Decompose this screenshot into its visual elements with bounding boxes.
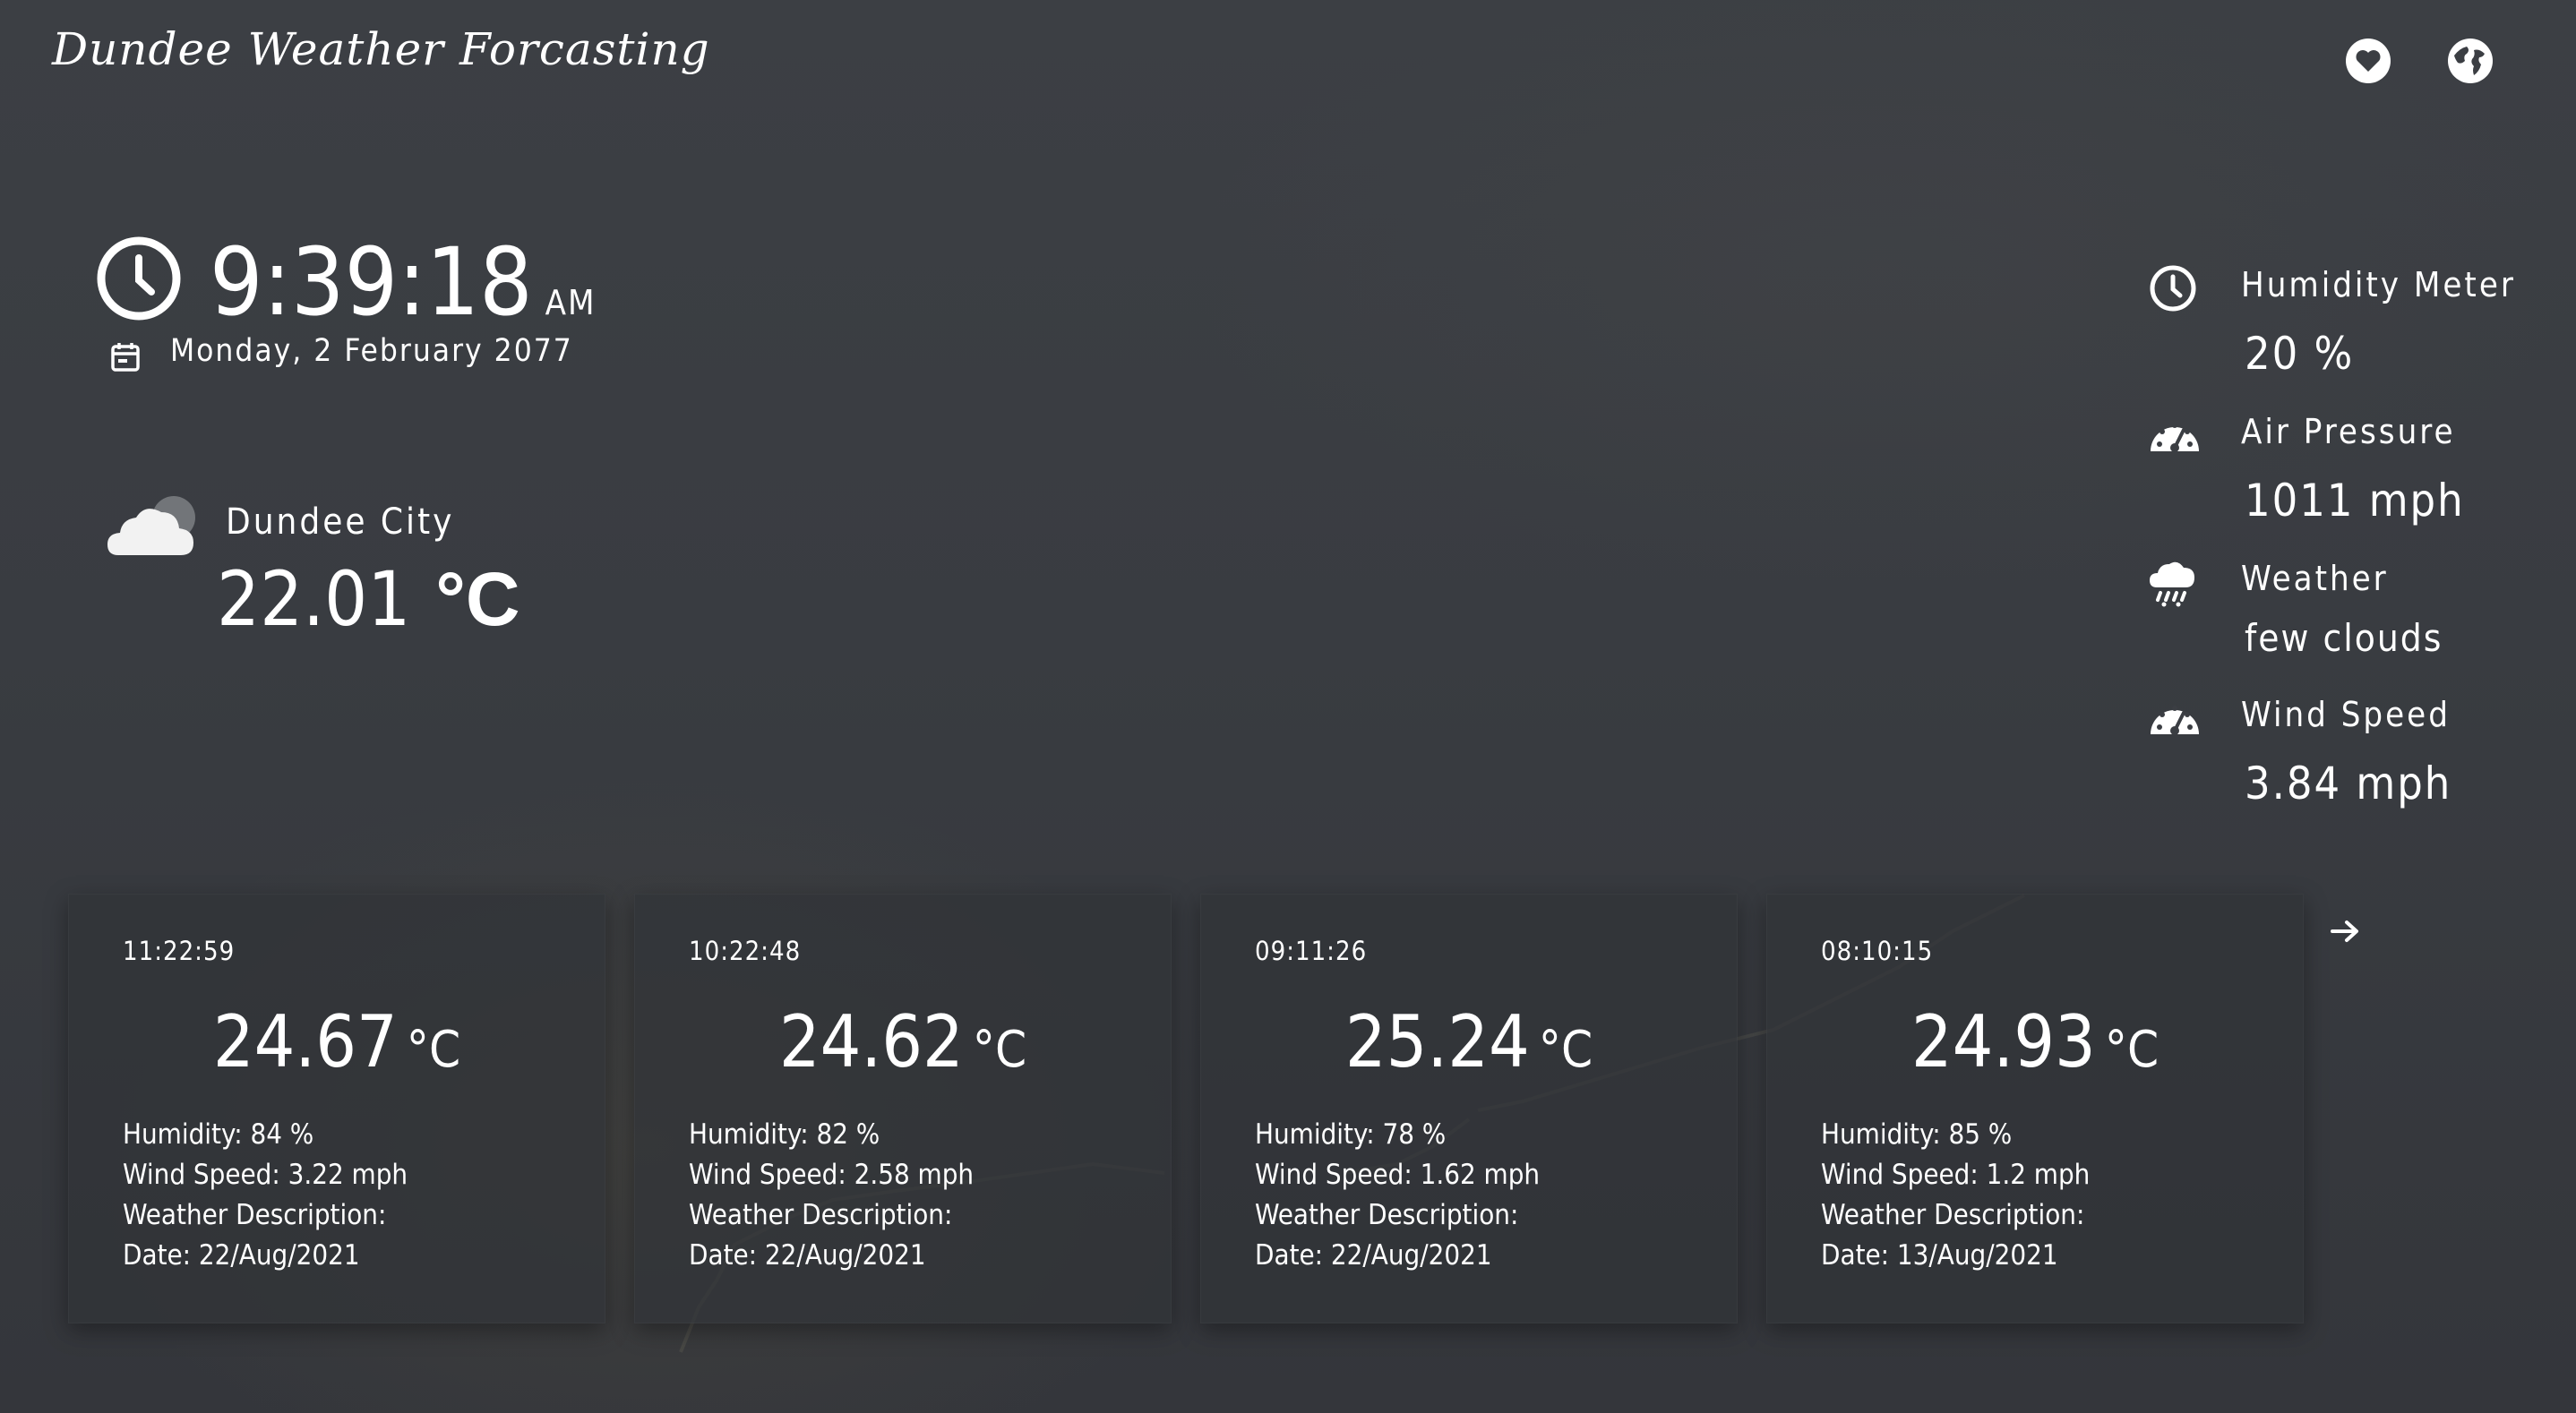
forecast-wind-speed: Wind Speed: 2.58 mph	[689, 1159, 975, 1191]
forecast-wind-speed: Wind Speed: 3.22 mph	[123, 1159, 408, 1191]
forecast-wind-speed: Wind Speed: 1.2 mph	[1821, 1159, 2091, 1191]
forecast-temp-unit: °C	[2104, 1021, 2160, 1079]
forecast-date: Date: 13/Aug/2021	[1821, 1239, 2058, 1272]
cloud-icon	[107, 496, 195, 555]
forecast-humidity: Humidity: 84 %	[123, 1118, 314, 1151]
forecast-time: 11:22:59	[123, 936, 236, 966]
forecast-temperature: 24.67 °C	[69, 1000, 605, 1083]
forecast-temp-unit: °C	[1538, 1021, 1593, 1079]
forecast-details: Humidity: 78 % Wind Speed: 1.62 mph Weat…	[1255, 1115, 1540, 1276]
forecast-time: 10:22:48	[689, 936, 802, 966]
forecast-description: Weather Description:	[689, 1199, 953, 1231]
stat-label: Weather	[2241, 559, 2389, 598]
forecast-card[interactable]: 10:22:48 24.62 °C Humidity: 82 % Wind Spe…	[634, 894, 1172, 1323]
stat-value: 20 %	[2245, 328, 2355, 380]
clock-icon	[2150, 265, 2196, 312]
forecast-humidity: Humidity: 85 %	[1821, 1118, 2013, 1151]
stat-value: 1011 mph	[2245, 475, 2465, 527]
forecast-card[interactable]: 08:10:15 24.93 °C Humidity: 85 % Wind Spe…	[1766, 894, 2304, 1323]
forecast-temp-value: 25.24	[1344, 1000, 1530, 1083]
time-ampm: AM	[545, 283, 597, 322]
forecast-humidity: Humidity: 82 %	[689, 1118, 880, 1151]
forecast-details: Humidity: 84 % Wind Speed: 3.22 mph Weat…	[123, 1115, 408, 1276]
favorite-button[interactable]	[2343, 36, 2393, 86]
forecast-wind-speed: Wind Speed: 1.62 mph	[1255, 1159, 1541, 1191]
stat-label: Humidity Meter	[2241, 265, 2516, 304]
rain-cloud-icon	[2150, 561, 2194, 607]
forecast-temperature: 24.62 °C	[635, 1000, 1171, 1083]
globe-icon	[2448, 39, 2493, 83]
forecast-description: Weather Description:	[123, 1199, 387, 1231]
forecast-temp-unit: °C	[972, 1021, 1027, 1079]
arrow-right-icon	[2331, 921, 2358, 942]
forecast-date: Date: 22/Aug/2021	[1255, 1239, 1492, 1272]
forecast-temperature: 25.24 °C	[1201, 1000, 1737, 1083]
city-name: Dundee City	[226, 501, 455, 543]
forecast-time: 09:11:26	[1255, 936, 1368, 966]
language-button[interactable]	[2445, 36, 2495, 86]
current-temperature: 22.01 °C	[217, 555, 520, 643]
gauge-icon	[2151, 423, 2199, 452]
forecast-temp-unit: °C	[406, 1021, 461, 1079]
forecast-temp-value: 24.62	[778, 1000, 964, 1083]
temperature-unit: °C	[435, 557, 520, 641]
forecast-humidity: Humidity: 78 %	[1255, 1118, 1447, 1151]
gauge-icon	[2151, 706, 2199, 735]
forecast-details: Humidity: 82 % Wind Speed: 2.58 mph Weat…	[689, 1115, 974, 1276]
forecast-description: Weather Description:	[1255, 1199, 1519, 1231]
forecast-temp-value: 24.93	[1911, 1000, 2096, 1083]
stat-label: Wind Speed	[2241, 695, 2451, 734]
stat-value: 3.84 mph	[2245, 758, 2452, 809]
calendar-icon	[111, 343, 140, 372]
forecast-card[interactable]: 09:11:26 25.24 °C Humidity: 78 % Wind Spe…	[1200, 894, 1738, 1323]
forecast-temp-value: 24.67	[212, 1000, 398, 1083]
current-date: Monday, 2 February 2077	[170, 333, 573, 369]
forecast-description: Weather Description:	[1821, 1199, 2085, 1231]
forecast-details: Humidity: 85 % Wind Speed: 1.2 mph Weath…	[1821, 1115, 2090, 1276]
time-value: 9:39:18	[210, 227, 533, 337]
stat-label: Air Pressure	[2241, 412, 2456, 451]
forecast-date: Date: 22/Aug/2021	[689, 1239, 926, 1272]
clock-icon	[97, 236, 181, 321]
forecast-temperature: 24.93 °C	[1767, 1000, 2303, 1083]
temperature-value: 22.01	[217, 555, 411, 643]
forecast-card[interactable]: 11:22:59 24.67 °C Humidity: 84 % Wind Spe…	[68, 894, 605, 1323]
stat-value: few clouds	[2245, 616, 2443, 660]
forecast-time: 08:10:15	[1821, 936, 1934, 966]
app-title: Dundee Weather Forcasting	[52, 23, 710, 75]
heart-icon	[2346, 39, 2391, 83]
next-forecast-button[interactable]	[2323, 910, 2366, 953]
forecast-date: Date: 22/Aug/2021	[123, 1239, 360, 1272]
